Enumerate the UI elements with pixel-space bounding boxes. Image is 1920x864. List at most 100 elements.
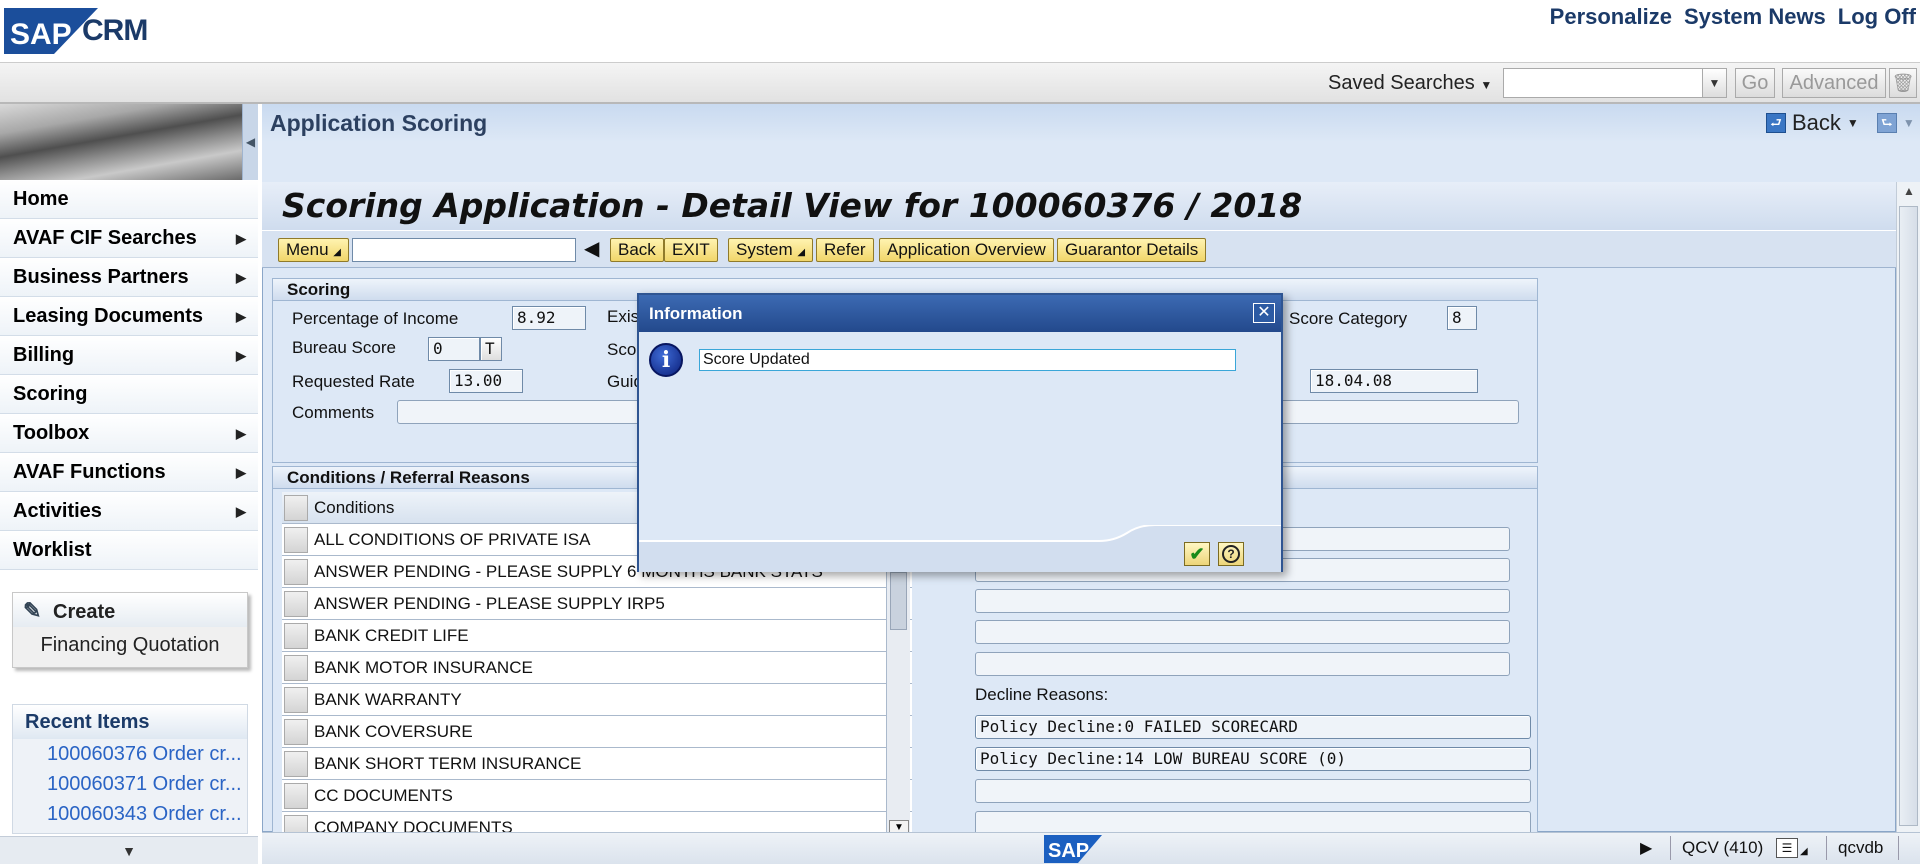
reason-field[interactable] [975, 652, 1510, 676]
svg-text:SAP: SAP [10, 18, 72, 51]
table-row[interactable]: ANSWER PENDING - PLEASE SUPPLY IRP5 [282, 588, 912, 620]
chevron-down-icon[interactable]: ◢ [1800, 846, 1808, 857]
score-category-field[interactable]: 8 [1447, 306, 1477, 330]
sidebar-item-label: AVAF CIF Searches [13, 227, 197, 249]
table-row[interactable]: BANK MOTOR INSURANCE [282, 652, 912, 684]
gui-scrollbar[interactable]: ▲ [1896, 182, 1920, 832]
nav-scroll-down-icon[interactable]: ▼ [0, 836, 258, 864]
trash-icon[interactable]: 🗑 [1889, 68, 1917, 98]
help-icon[interactable]: ? [1218, 542, 1244, 566]
sidebar-item-leasing-documents[interactable]: Leasing Documents ▶ [0, 297, 258, 336]
table-row[interactable]: BANK COVERSURE [282, 716, 912, 748]
decline-reason-field[interactable] [975, 779, 1531, 803]
gui-title: Scoring Application - Detail View for 10… [262, 182, 1896, 230]
create-header[interactable]: ✎ Create [13, 593, 247, 627]
sidebar-item-worklist[interactable]: Worklist [0, 531, 258, 570]
sidebar-item-toolbox[interactable]: Toolbox ▶ [0, 414, 258, 453]
table-row[interactable]: BANK WARRANTY [282, 684, 912, 716]
chevron-down-icon: ◢ [797, 247, 806, 258]
chevron-right-icon: ▶ [236, 309, 246, 324]
condition-text: BANK SHORT TERM INSURANCE [314, 754, 582, 773]
condition-text: ANSWER PENDING - PLEASE SUPPLY IRP5 [314, 594, 665, 613]
chevron-right-icon: ▶ [236, 231, 246, 246]
saved-search-dropdown-button[interactable]: ▼ [1702, 68, 1727, 98]
chevron-down-icon[interactable]: ▼ [1903, 116, 1915, 130]
table-row[interactable]: CC DOCUMENTS [282, 780, 912, 812]
back-gui-button[interactable]: Back [610, 238, 664, 262]
page-title-band [262, 142, 1920, 182]
row-selector[interactable] [284, 783, 308, 809]
bureau-flag-button[interactable]: T [480, 337, 502, 361]
reason-field[interactable] [975, 620, 1510, 644]
decline-reason-field[interactable]: Policy Decline:0 FAILED SCORECARD [975, 715, 1531, 739]
chevron-down-icon[interactable]: ▼ [1847, 116, 1859, 130]
guarantor-details-button[interactable]: Guarantor Details [1057, 238, 1207, 262]
collapse-arrow-icon[interactable]: ◀ [584, 236, 599, 261]
table-row[interactable]: BANK CREDIT LIFE [282, 620, 912, 652]
score-date-field[interactable]: 18.04.08 [1310, 369, 1478, 393]
back-icon[interactable]: ⮐ [1766, 113, 1786, 133]
row-selector[interactable] [284, 687, 308, 713]
sidebar-item-avaf-functions[interactable]: AVAF Functions ▶ [0, 453, 258, 492]
saved-search-input[interactable] [1503, 68, 1703, 98]
bureau-score-field[interactable]: 0 [428, 337, 480, 361]
score-category-label: Score Category [1289, 309, 1408, 328]
sidebar-item-avaf-cif-searches[interactable]: AVAF CIF Searches ▶ [0, 219, 258, 258]
sidebar-item-label: AVAF Functions [13, 461, 166, 483]
row-selector[interactable] [284, 655, 308, 681]
bureau-score-label: Bureau Score [292, 338, 396, 357]
row-selector[interactable] [284, 751, 308, 777]
menu-button[interactable]: Menu ◢ [278, 238, 349, 262]
sidebar-item-business-partners[interactable]: Business Partners ▶ [0, 258, 258, 297]
chevron-down-icon: ▼ [1708, 76, 1721, 90]
saved-searches-dropdown[interactable]: Saved Searches ▼ [1328, 72, 1492, 95]
sidebar-item-label: Scoring [13, 383, 88, 405]
row-selector[interactable] [284, 527, 308, 553]
row-selector[interactable] [284, 719, 308, 745]
close-icon[interactable]: ✕ [1253, 303, 1275, 323]
system-button[interactable]: System ◢ [728, 238, 814, 262]
row-selector[interactable] [284, 559, 308, 585]
sidebar-item-label: Home [13, 188, 69, 210]
personalize-link[interactable]: Personalize [1550, 4, 1672, 30]
decline-reason-field[interactable]: Policy Decline:14 LOW BUREAU SCORE (0) [975, 747, 1531, 771]
percentage-income-field[interactable]: 8.92 [512, 306, 586, 330]
dialog-message[interactable]: Score Updated [699, 349, 1236, 371]
advanced-button[interactable]: Advanced [1782, 68, 1886, 98]
reason-field[interactable] [975, 589, 1510, 613]
table-row[interactable]: BANK SHORT TERM INSURANCE [282, 748, 912, 780]
scroll-up-icon[interactable]: ▲ [1897, 184, 1920, 198]
expand-status-icon[interactable]: ▶ [1640, 838, 1652, 858]
recent-item[interactable]: 100060343 Order cr... [13, 799, 245, 829]
exit-button[interactable]: EXIT [664, 238, 718, 262]
collapse-nav-icon[interactable]: ◀ [242, 104, 258, 180]
sidebar-item-activities[interactable]: Activities ▶ [0, 492, 258, 531]
sidebar-item-home[interactable]: Home [0, 180, 258, 219]
row-selector[interactable] [284, 591, 308, 617]
sidebar-item-label: Leasing Documents [13, 305, 204, 327]
recent-item[interactable]: 100060371 Order cr... [13, 769, 245, 799]
command-input[interactable] [352, 238, 576, 262]
financing-quotation-link[interactable]: Financing Quotation [13, 627, 247, 663]
row-selector[interactable] [284, 623, 308, 649]
sidebar-item-billing[interactable]: Billing ▶ [0, 336, 258, 375]
header-links: Personalize System News Log Off [1550, 4, 1916, 30]
requested-rate-field[interactable]: 13.00 [449, 369, 523, 393]
percentage-income-label: Percentage of Income [292, 309, 459, 328]
scroll-thumb[interactable] [1899, 206, 1918, 826]
recent-item[interactable]: 100060376 Order cr... [13, 739, 245, 769]
sidebar-item-scoring[interactable]: Scoring [0, 375, 258, 414]
table-scroll-thumb[interactable] [890, 572, 907, 630]
refer-button[interactable]: Refer [816, 238, 874, 262]
go-button[interactable]: Go [1735, 68, 1775, 98]
confirm-check-icon[interactable]: ✔ [1184, 542, 1210, 566]
select-all-cell[interactable] [284, 495, 308, 521]
forward-icon[interactable]: ⮑ [1876, 113, 1897, 133]
status-list-icon[interactable]: ☰ [1776, 838, 1798, 858]
log-off-link[interactable]: Log Off [1838, 4, 1916, 30]
application-overview-button[interactable]: Application Overview [879, 238, 1054, 262]
back-button[interactable]: Back [1792, 110, 1841, 136]
system-news-link[interactable]: System News [1684, 4, 1826, 30]
dialog-title: Information [639, 295, 1281, 332]
sap-crm-logo: SAP CRM [4, 8, 167, 54]
